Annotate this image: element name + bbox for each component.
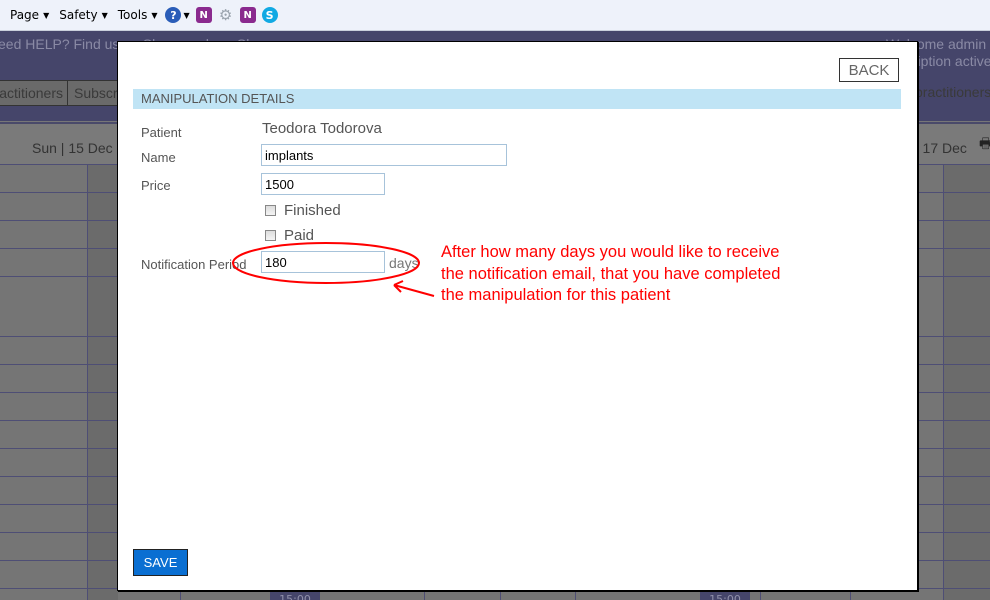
annotation-text: After how many days you would like to re…	[441, 242, 780, 307]
notification-period-input[interactable]	[261, 251, 385, 273]
annotation-line: After how many days you would like to re…	[441, 243, 780, 261]
paid-checkbox[interactable]	[265, 230, 276, 241]
save-button[interactable]: SAVE	[133, 549, 188, 576]
safety-menu-label: Safety	[59, 8, 98, 22]
price-input[interactable]	[261, 173, 385, 195]
calendar-column-line	[943, 164, 944, 600]
page-menu[interactable]: Page ▼	[10, 8, 49, 22]
background-column	[88, 164, 118, 600]
page-menu-label: Page	[10, 8, 40, 22]
paid-checkbox-row[interactable]: Paid	[265, 227, 314, 244]
paid-label: Paid	[284, 227, 315, 244]
background-nav-practitioners: Practitioners	[0, 80, 70, 106]
chevron-down-icon: ▼	[183, 10, 190, 20]
background-column	[943, 164, 990, 600]
background-event: 15:00	[270, 592, 320, 600]
print-icon: 🖶	[979, 136, 990, 152]
section-title: MANIPULATION DETAILS	[133, 89, 901, 109]
skype-icon[interactable]: S	[261, 7, 278, 23]
gear-icon[interactable]: ⚙	[218, 6, 234, 24]
chevron-down-icon: ▼	[101, 10, 108, 20]
patient-value: Teodora Todorova	[262, 120, 382, 137]
help-menu[interactable]: ? ▼	[165, 7, 190, 23]
background-day-sun: Sun | 15 Dec	[32, 140, 113, 156]
name-input[interactable]	[261, 144, 507, 166]
chevron-down-icon: ▼	[43, 10, 50, 20]
background-day-tue: | 17 Dec	[915, 140, 967, 156]
patient-label: Patient	[141, 125, 182, 140]
calendar-column-line	[87, 164, 88, 600]
help-icon: ?	[165, 7, 182, 23]
annotation-line: the notification email, that you have co…	[441, 264, 781, 283]
manipulation-dialog: BACK MANIPULATION DETAILS Patient Teodor…	[117, 41, 918, 591]
finished-checkbox-row[interactable]: Finished	[265, 202, 341, 219]
tools-menu[interactable]: Tools ▼	[118, 8, 158, 22]
onenote-send-icon[interactable]: N	[195, 7, 212, 23]
chevron-down-icon: ▼	[151, 10, 158, 20]
name-label: Name	[141, 150, 176, 165]
days-unit-label: days	[389, 255, 419, 271]
finished-checkbox[interactable]	[265, 205, 276, 216]
annotation-line: the manipulation for this patient	[441, 286, 671, 304]
back-button[interactable]: BACK	[839, 58, 899, 82]
tools-menu-label: Tools	[117, 8, 148, 22]
finished-label: Finished	[284, 202, 341, 219]
notification-period-label: Notification Period	[141, 257, 247, 272]
browser-command-bar: Page ▼ Safety ▼ Tools ▼ ? ▼ N ⚙ N S	[0, 0, 990, 31]
safety-menu[interactable]: Safety ▼	[59, 8, 108, 22]
price-label: Price	[141, 178, 171, 193]
background-event: 15:00	[700, 592, 750, 600]
onenote-linked-icon[interactable]: N	[239, 7, 256, 23]
